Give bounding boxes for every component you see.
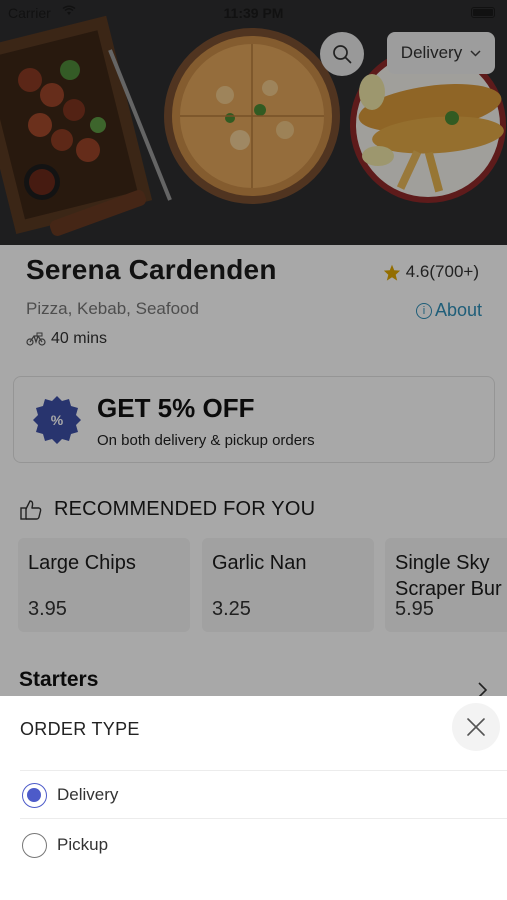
- order-option-label: Delivery: [57, 785, 119, 804]
- divider: [20, 818, 507, 819]
- order-type-sheet: ORDER TYPE Delivery Pickup: [0, 696, 507, 900]
- order-option-delivery[interactable]: Delivery: [22, 781, 118, 809]
- close-icon: [467, 718, 485, 736]
- order-option-pickup[interactable]: Pickup: [22, 831, 108, 859]
- sheet-title: ORDER TYPE: [20, 719, 140, 739]
- radio-delivery[interactable]: [22, 782, 47, 808]
- radio-pickup[interactable]: [22, 832, 47, 858]
- order-option-label: Pickup: [57, 835, 109, 854]
- close-button[interactable]: [452, 703, 500, 751]
- divider: [20, 770, 507, 771]
